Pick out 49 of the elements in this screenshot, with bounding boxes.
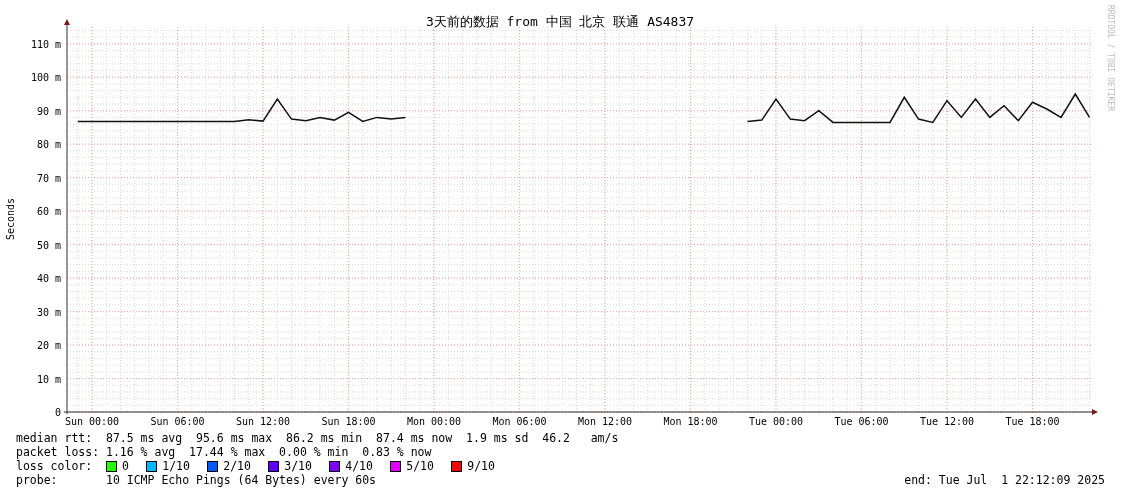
tick-label: Tue 06:00 <box>834 416 889 427</box>
tick-label: Mon 06:00 <box>492 416 547 427</box>
tick-label: 0 <box>54 407 61 418</box>
stat-value: 1.9 ms sd <box>466 431 529 445</box>
stat-value: 46.2 am/s <box>542 431 619 445</box>
tick-label: 100 m <box>30 72 61 84</box>
stat-label: loss color: <box>16 459 93 473</box>
tick-label: 50 m <box>36 239 61 251</box>
stat-value: 0.00 % min <box>279 445 349 459</box>
tick-label: 70 m <box>36 172 61 184</box>
probe-text: 10 ICMP Echo Pings (64 Bytes) every 60s <box>106 473 377 487</box>
tick-label: Mon 12:00 <box>577 416 633 427</box>
axis-title: Seconds <box>5 197 16 241</box>
tick-label: Sun 00:00 <box>64 416 120 427</box>
legend-label: 0 <box>122 459 129 473</box>
tick-label: Tue 12:00 <box>919 416 975 427</box>
tick-label: Tue 00:00 <box>748 416 804 427</box>
tick-label: 90 m <box>36 105 61 117</box>
legend-label: 3/10 <box>284 459 312 473</box>
tick-label: Tue 18:00 <box>1005 416 1060 427</box>
stat-value: 86.2 ms min <box>286 431 363 445</box>
stat-value: 0.83 % now <box>362 445 432 459</box>
stat-value: 1.16 % avg <box>106 445 176 459</box>
stat-value: 87.4 ms now <box>376 431 453 445</box>
stat-label: median rtt: <box>16 431 93 445</box>
tick-label: Sun 18:00 <box>321 416 376 427</box>
tick-label: 110 m <box>30 38 61 50</box>
tick-label: 30 m <box>36 306 61 318</box>
chart-title: 3天前的数据 from 中国 北京 联通 AS4837 <box>425 14 695 29</box>
tick-label: 10 m <box>36 373 61 385</box>
tick-label: 60 m <box>36 206 61 218</box>
legend-label: 9/10 <box>467 459 495 473</box>
legend-label: 5/10 <box>406 459 434 473</box>
tick-label: 80 m <box>36 139 61 151</box>
end-time: end: Tue Jul 1 22:12:09 2025 <box>904 473 1105 487</box>
legend-label: 4/10 <box>345 459 373 473</box>
credit-text: RRDTOOL / TOBI OETIKER <box>1106 5 1115 111</box>
legend-label: 2/10 <box>223 459 251 473</box>
tick-label: Sun 06:00 <box>150 416 205 427</box>
legend-label: 1/10 <box>162 459 190 473</box>
tick-label: 40 m <box>36 273 61 285</box>
stat-label: probe: <box>16 473 59 487</box>
tick-label: 20 m <box>36 340 61 352</box>
tick-label: Sun 12:00 <box>235 416 291 427</box>
stat-value: 17.44 % max <box>189 445 266 459</box>
stat-value: 95.6 ms max <box>196 431 273 445</box>
stat-value: 87.5 ms avg <box>106 431 183 445</box>
tick-label: Mon 00:00 <box>406 416 462 427</box>
tick-label: Mon 18:00 <box>663 416 718 427</box>
